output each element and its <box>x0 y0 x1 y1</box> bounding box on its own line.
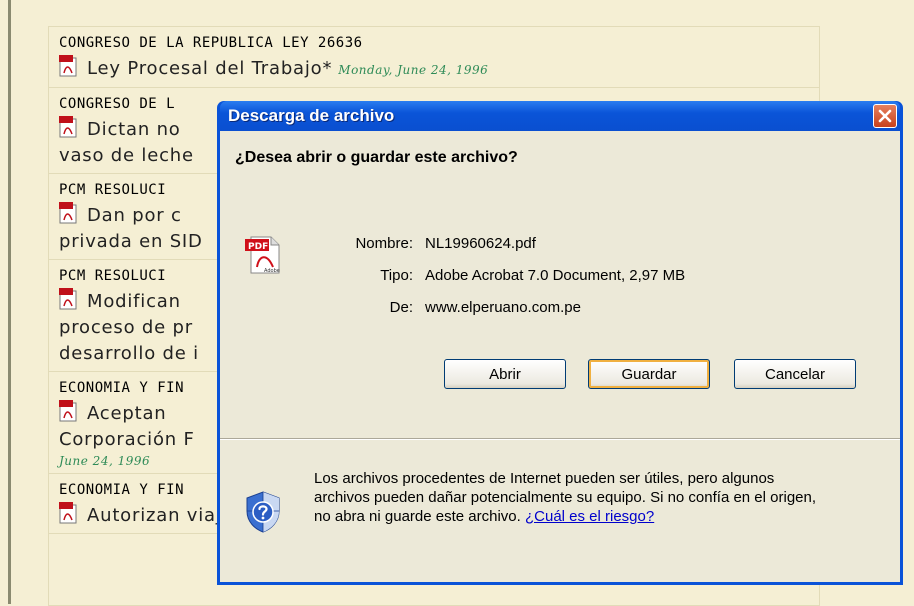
pdf-file-icon[interactable] <box>59 502 77 524</box>
dialog-question: ¿Desea abrir o guardar este archivo? <box>235 149 518 166</box>
entry-heading: CONGRESO DE LA REPUBLICA LEY 26636 <box>59 35 363 51</box>
name-label: Nombre: <box>355 235 413 252</box>
type-value: Adobe Acrobat 7.0 Document, 2,97 MB <box>425 267 686 284</box>
type-label: Tipo: <box>380 267 413 284</box>
dialog-titlebar[interactable]: Descarga de archivo <box>220 101 900 131</box>
risk-link[interactable]: ¿Cuál es el riesgo? <box>525 508 654 525</box>
pdf-file-icon[interactable] <box>59 202 77 224</box>
cancel-button[interactable]: Cancelar <box>734 359 856 389</box>
dialog-body: ¿Desea abrir o guardar este archivo? PDF… <box>220 131 900 582</box>
security-warning: Los archivos procedentes de Internet pue… <box>314 469 834 526</box>
entry-title-text[interactable]: Dan por c <box>87 205 182 226</box>
entry-title-text[interactable]: Modifican <box>87 291 181 312</box>
page-left-border <box>8 0 11 604</box>
entry-title-text[interactable]: Dictan no <box>87 119 181 140</box>
pdf-file-icon[interactable] <box>59 116 77 138</box>
close-icon <box>878 109 892 123</box>
close-button[interactable] <box>873 104 897 128</box>
pdf-file-icon[interactable] <box>59 55 77 77</box>
file-download-dialog: Descarga de archivo ¿Desea abrir o guard… <box>217 101 903 585</box>
name-value: NL19960624.pdf <box>425 235 536 252</box>
save-button[interactable]: Guardar <box>588 359 710 389</box>
adobe-logo-text: Adobe <box>264 268 280 274</box>
dialog-separator <box>220 438 900 440</box>
entry-title-text[interactable]: Aceptan <box>87 403 167 424</box>
security-shield-icon <box>246 491 280 533</box>
from-value: www.elperuano.com.pe <box>425 299 581 316</box>
pdf-file-icon: PDF Adobe <box>245 236 280 274</box>
open-button[interactable]: Abrir <box>444 359 566 389</box>
pdf-file-icon[interactable] <box>59 400 77 422</box>
from-label: De: <box>389 299 413 316</box>
pdf-badge-text: PDF <box>248 242 268 252</box>
dialog-title: Descarga de archivo <box>228 106 395 125</box>
pdf-file-icon[interactable] <box>59 288 77 310</box>
entry-title-text[interactable]: Ley Procesal del Trabajo* <box>87 58 332 79</box>
entry-date: Monday, June 24, 1996 <box>338 63 489 77</box>
list-item: CONGRESO DE LA REPUBLICA LEY 26636 Ley P… <box>49 27 819 88</box>
entry-title[interactable]: Ley Procesal del Trabajo* Monday, June 24… <box>59 55 809 83</box>
